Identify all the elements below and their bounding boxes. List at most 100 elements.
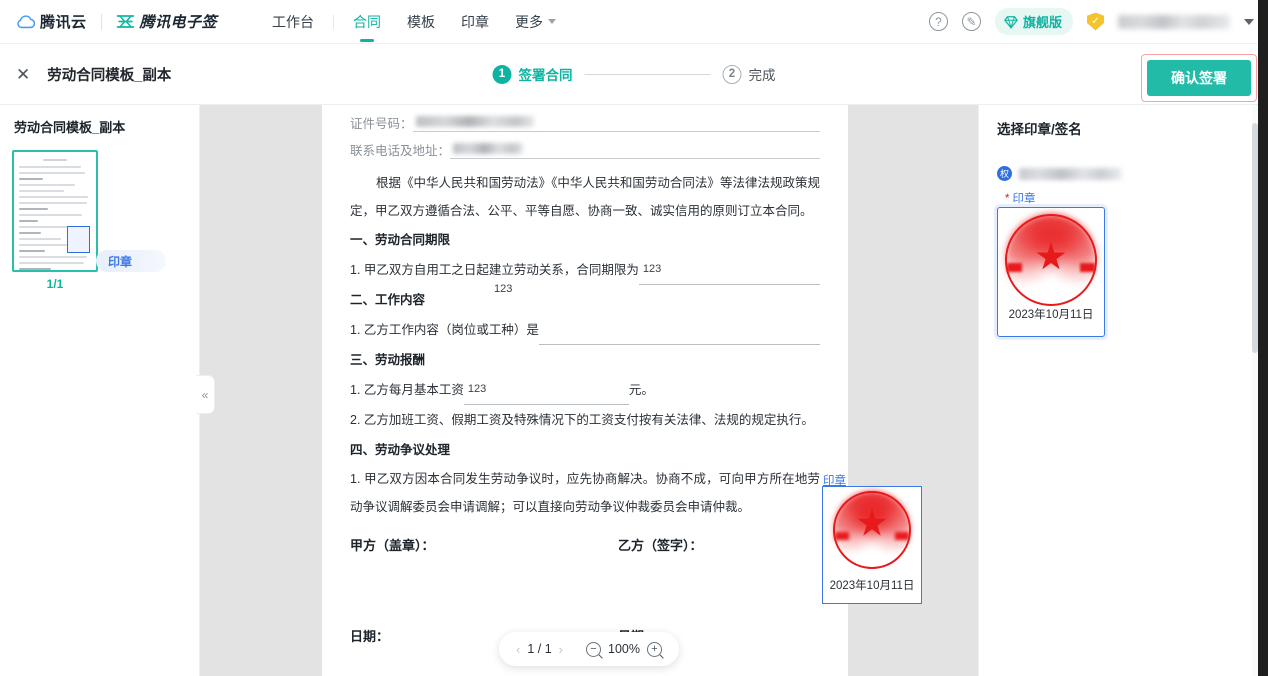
step-2-number: 2 bbox=[722, 64, 742, 84]
sidebar-document-title: 劳动合同模板_副本 bbox=[14, 120, 126, 135]
thumb-line bbox=[19, 166, 81, 168]
section-2-item-1-blank[interactable] bbox=[538, 328, 820, 345]
pen-circle-icon[interactable]: ✎ bbox=[961, 12, 981, 31]
top-navigation-bar: 腾讯云 腾讯电子签 工作台 合同 模板 印章 更多 ? ✎ 旗舰版 ✓ bbox=[0, 0, 1268, 44]
thumb-line bbox=[19, 226, 73, 228]
left-sidebar: 劳动合同模板_副本 1/1 印章 bbox=[0, 105, 200, 676]
brand-primary-label: 腾讯云 bbox=[40, 14, 87, 31]
section-3-item-1-text: 1. 乙方每月基本工资 bbox=[350, 383, 464, 397]
sidebar-collapse-handle[interactable]: « bbox=[196, 375, 215, 414]
right-panel: 选择印章/签名 权 * 印章 2023年10月11日 bbox=[978, 105, 1258, 676]
step-2-label: 完成 bbox=[748, 68, 776, 83]
section-1-item-1-blank[interactable]: 123 bbox=[638, 263, 820, 285]
user-chevron-down-icon[interactable] bbox=[1244, 18, 1254, 25]
step-sign-contract: 1 签署合同 bbox=[492, 64, 573, 84]
party-a-signature-label: 甲方（盖章）： bbox=[350, 538, 435, 553]
confirm-sign-button[interactable]: 确认签署 bbox=[1147, 60, 1251, 96]
user-name-blurred[interactable] bbox=[1118, 14, 1230, 29]
document-title: 劳动合同模板_副本 bbox=[47, 67, 172, 84]
section-4-heading: 四、劳动争议处理 bbox=[350, 443, 451, 457]
placed-seal-label[interactable]: 印章 bbox=[823, 472, 846, 488]
floating-fill-value: 123 bbox=[494, 283, 513, 295]
thumb-line bbox=[19, 256, 88, 258]
question-mark-icon[interactable]: ? bbox=[928, 12, 948, 31]
page-indicator-text: 1 / 1 bbox=[527, 642, 552, 656]
seal-option-card[interactable]: 2023年10月11日 bbox=[997, 207, 1105, 337]
thumbnail-seal-marker bbox=[67, 226, 90, 253]
signature-row: 甲方（盖章）： 乙方（签字）： bbox=[350, 535, 820, 554]
screen-right-edge bbox=[1258, 0, 1268, 676]
brand-group: 腾讯云 腾讯电子签 bbox=[0, 11, 217, 32]
placed-seal-field[interactable]: 印章 2023年10月11日 bbox=[822, 475, 922, 604]
document-page: 证件号码： 联系电话及地址： 根据《中华人民共和国劳动法》《中华人民共和国劳动合… bbox=[322, 105, 922, 676]
prev-page-icon[interactable]: ‹ bbox=[516, 642, 520, 657]
tencent-cloud-logo[interactable]: 腾讯云 bbox=[16, 11, 87, 32]
section-3-item-1-blank[interactable]: 123 bbox=[463, 383, 629, 405]
nav-item-contract[interactable]: 合同 bbox=[340, 0, 394, 44]
required-star: * bbox=[1005, 193, 1010, 205]
thumb-line bbox=[19, 178, 44, 180]
seal-field-tag[interactable]: 印章 bbox=[96, 250, 167, 272]
close-icon[interactable]: ✕ bbox=[16, 66, 30, 83]
party-b-signature-label: 乙方（签字）： bbox=[618, 538, 703, 553]
next-page-icon[interactable]: › bbox=[559, 642, 563, 657]
seal-required-label: * 印章 bbox=[997, 190, 1258, 206]
organization-name-blurred bbox=[1019, 167, 1122, 180]
viewer-toolbar: ‹ 1 / 1 › − 100% + bbox=[499, 632, 679, 666]
nav-item-seal[interactable]: 印章 bbox=[448, 0, 502, 44]
thumb-line bbox=[19, 232, 41, 234]
vip-badge[interactable]: 旗舰版 bbox=[994, 8, 1073, 35]
contract-intro-paragraph: 根据《中华人民共和国劳动法》《中华人民共和国劳动合同法》等法律法规政策规定，甲乙… bbox=[350, 169, 820, 225]
nav-item-template[interactable]: 模板 bbox=[394, 0, 448, 44]
stamp-left-text bbox=[835, 531, 849, 540]
thumb-line bbox=[19, 184, 76, 186]
document-content: 证件号码： 联系电话及地址： 根据《中华人民共和国劳动法》《中华人民共和国劳动合… bbox=[322, 105, 848, 645]
section-1-item-1: 1. 甲乙双方自用工之日起建立劳动关系，合同期限为 123 bbox=[350, 255, 820, 285]
main-menu: 工作台 合同 模板 印章 更多 bbox=[259, 0, 569, 44]
thumb-line bbox=[19, 214, 83, 216]
page-thumbnail[interactable] bbox=[12, 150, 98, 272]
field-id-number-line[interactable] bbox=[412, 113, 820, 132]
seal-card-right-text bbox=[1080, 262, 1095, 272]
step-1-number: 1 bbox=[492, 64, 512, 84]
shield-check-icon[interactable]: ✓ bbox=[1087, 12, 1104, 31]
section-4-item-1: 1. 甲乙双方因本合同发生劳动争议时，应先协商解决。协商不成，可向甲方所在地劳动… bbox=[350, 472, 820, 514]
app-root: 腾讯云 腾讯电子签 工作台 合同 模板 印章 更多 ? ✎ 旗舰版 ✓ ✕ 劳动… bbox=[0, 0, 1268, 676]
placed-seal-date: 2023年10月11日 bbox=[829, 580, 915, 592]
vip-label: 旗舰版 bbox=[1022, 15, 1062, 30]
section-3-item-1: 1. 乙方每月基本工资 123 元。 bbox=[350, 375, 820, 405]
section-3-item-2-text: 2. 乙方加班工资、假期工资及特殊情况下的工资支付按有关法律、法规的规定执行。 bbox=[350, 413, 814, 427]
field-contact-line[interactable] bbox=[450, 140, 820, 159]
seal-required-text: 印章 bbox=[1012, 193, 1036, 205]
field-id-number: 证件号码： bbox=[350, 113, 820, 132]
sub-header: ✕ 劳动合同模板_副本 1 签署合同 2 完成 确认签署 bbox=[0, 44, 1268, 105]
esign-mark-icon bbox=[116, 15, 134, 28]
nav-item-more[interactable]: 更多 bbox=[502, 0, 569, 44]
contract-intro-text: 根据《中华人民共和国劳动法》《中华人民共和国劳动合同法》等法律法规政策规定，甲乙… bbox=[350, 176, 820, 218]
magnifier-plus-icon[interactable]: + bbox=[647, 641, 662, 657]
step-complete: 2 完成 bbox=[722, 64, 776, 84]
thumb-line bbox=[19, 190, 64, 192]
field-id-number-value-blurred bbox=[415, 116, 534, 127]
section-2-heading: 二、工作内容 bbox=[350, 293, 426, 307]
organization-row: 权 bbox=[997, 166, 1258, 181]
brand-divider bbox=[100, 13, 102, 30]
brand-secondary-label: 腾讯电子签 bbox=[139, 14, 218, 31]
thumb-line bbox=[19, 208, 48, 210]
nav-right-group: ? ✎ 旗舰版 ✓ bbox=[928, 8, 1268, 35]
nav-item-workbench[interactable]: 工作台 bbox=[259, 0, 327, 44]
nav-divider bbox=[333, 14, 335, 29]
section-2-item-1: 1. 乙方工作内容（岗位或工种）是 bbox=[350, 315, 820, 345]
cloud-icon bbox=[17, 15, 35, 29]
organization-badge-icon: 权 bbox=[997, 166, 1012, 181]
magnifier-minus-icon[interactable]: − bbox=[586, 641, 602, 657]
section-2-item-1-text: 1. 乙方工作内容（岗位或工种）是 bbox=[350, 323, 539, 337]
field-contact: 联系电话及地址： bbox=[350, 140, 820, 159]
thumb-line bbox=[19, 250, 45, 252]
seal-card-date: 2023年10月11日 bbox=[1008, 309, 1094, 321]
tencent-esign-logo[interactable]: 腾讯电子签 bbox=[116, 11, 218, 32]
thumb-line bbox=[19, 238, 61, 240]
section-1-heading: 一、劳动合同期限 bbox=[350, 233, 451, 247]
field-id-number-label: 证件号码： bbox=[350, 117, 413, 131]
placed-stamp-graphic bbox=[823, 487, 921, 573]
